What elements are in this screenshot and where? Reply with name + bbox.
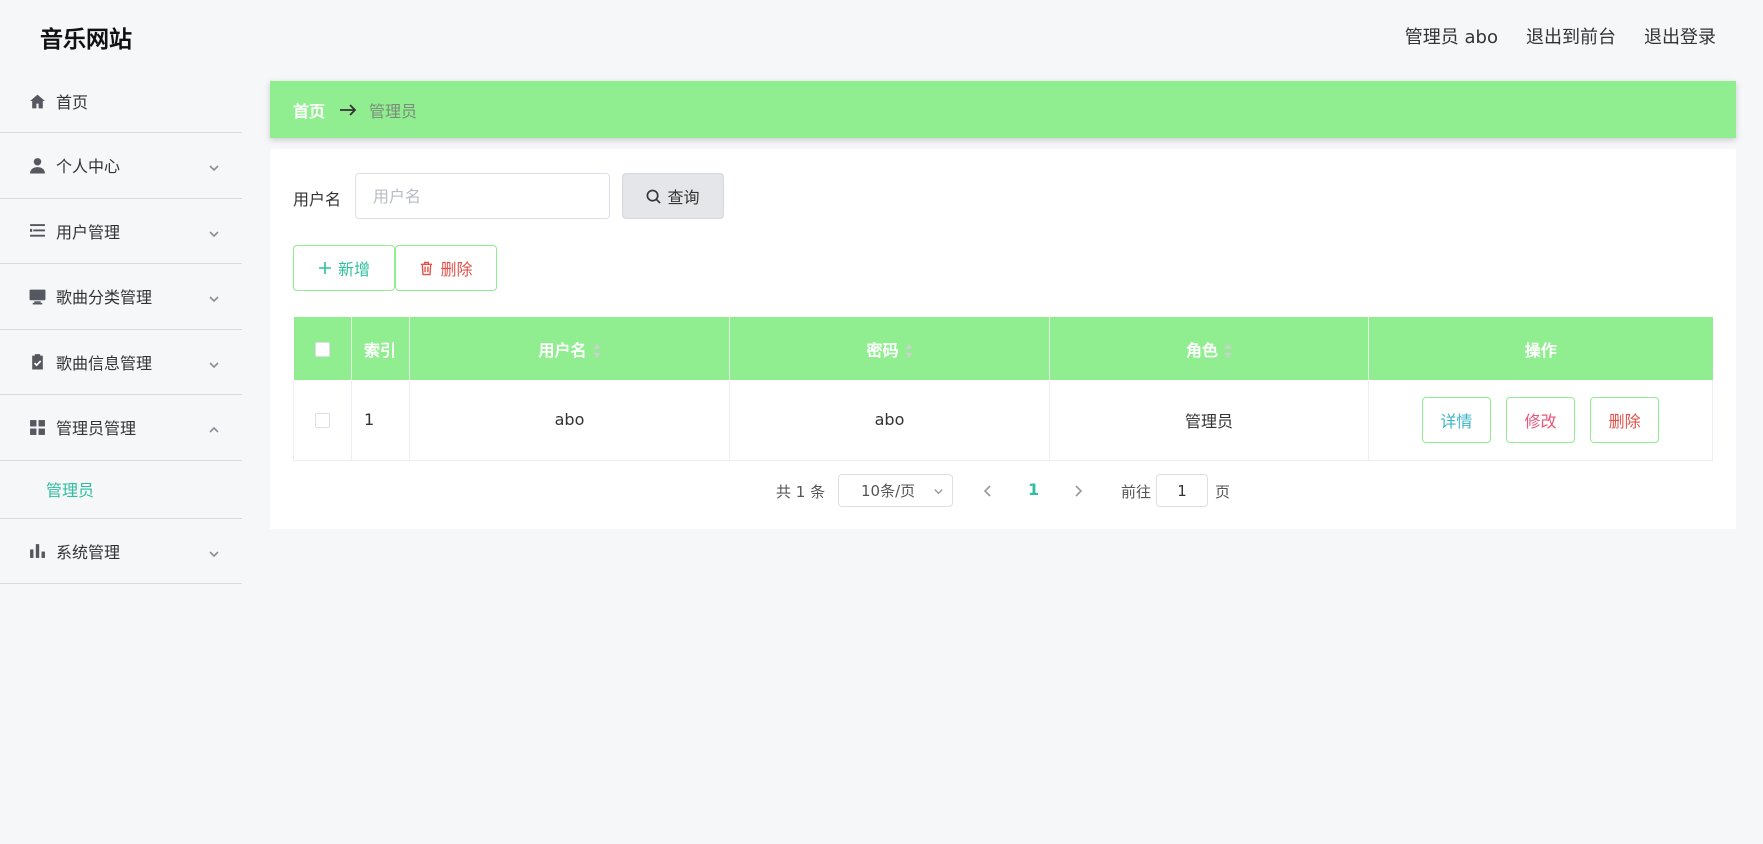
header-role-label: 角色 — [1185, 340, 1218, 360]
row-operations: 详情 修改 删除 — [1368, 380, 1713, 461]
user-icon — [28, 156, 46, 174]
prev-page-button[interactable] — [982, 483, 994, 497]
search-icon — [647, 189, 662, 204]
site-title: 音乐网站 — [40, 27, 132, 53]
sidebar: 首页 个人中心 用户管理 歌曲分类管理 歌曲信息管理 管理员管理 管理员 系统管… — [0, 70, 242, 844]
add-button[interactable]: 新增 — [293, 245, 395, 291]
row-select-cell[interactable] — [293, 380, 352, 461]
admin-table: 索引 用户名 密码 角色 操作 1 abo abo 管理员 详情 修改 删除 — [293, 317, 1713, 461]
arrow-right-icon — [339, 103, 357, 117]
sidebar-item-home[interactable]: 首页 — [0, 70, 242, 133]
logout-link[interactable]: 退出登录 — [1644, 23, 1716, 49]
table-row: 1 abo abo 管理员 详情 修改 删除 — [293, 380, 1713, 461]
top-bar: 音乐网站 管理员 abo 退出到前台 退出登录 — [0, 0, 1763, 70]
sidebar-item-label: 个人中心 — [56, 157, 121, 177]
search-button[interactable]: 查询 — [622, 173, 724, 219]
sidebar-item-label: 系统管理 — [56, 542, 121, 562]
page-unit-label: 页 — [1215, 483, 1231, 501]
bar-chart-icon — [28, 542, 46, 560]
pagination-total: 共 1 条 — [776, 483, 826, 501]
chevron-down-icon — [208, 356, 220, 368]
goto-page-input[interactable] — [1156, 474, 1208, 507]
sidebar-item-label: 歌曲分类管理 — [56, 288, 153, 308]
chevron-down-icon — [208, 225, 220, 237]
search-button-label: 查询 — [667, 188, 700, 207]
select-all-checkbox[interactable] — [314, 342, 330, 357]
row-checkbox[interactable] — [315, 413, 330, 429]
sidebar-item-label: 用户管理 — [56, 222, 121, 242]
header-select-all[interactable] — [293, 317, 352, 380]
batch-delete-button[interactable]: 删除 — [395, 245, 497, 291]
row-delete-button[interactable]: 删除 — [1590, 396, 1660, 443]
pagination: 共 1 条 10条/页 1 前往 页 — [270, 474, 1736, 508]
chevron-left-icon — [983, 485, 991, 497]
header-operation: 操作 — [1368, 317, 1713, 380]
exit-to-front-link[interactable]: 退出到前台 — [1526, 23, 1616, 49]
detail-button[interactable]: 详情 — [1421, 396, 1491, 443]
page-size-value: 10条/页 — [861, 482, 916, 500]
add-button-label: 新增 — [337, 260, 370, 279]
header-username-label: 用户名 — [538, 340, 587, 360]
sidebar-item-system-management[interactable]: 系统管理 — [0, 519, 242, 584]
sidebar-item-song-category[interactable]: 歌曲分类管理 — [0, 264, 242, 330]
chevron-down-icon — [208, 290, 220, 303]
page-size-select[interactable]: 10条/页 — [838, 474, 953, 507]
sidebar-subitem-label: 管理员 — [46, 481, 95, 500]
admin-user-label[interactable]: 管理员 abo — [1405, 23, 1498, 49]
header-password[interactable]: 密码 — [729, 317, 1050, 380]
row-password: abo — [729, 380, 1050, 461]
next-page-button[interactable] — [1072, 483, 1084, 497]
row-role: 管理员 — [1049, 380, 1369, 461]
username-search-input[interactable] — [355, 173, 610, 219]
sort-icon[interactable] — [592, 344, 601, 358]
row-username: abo — [409, 380, 730, 461]
sort-icon[interactable] — [904, 344, 913, 358]
grid-icon — [28, 418, 46, 436]
top-links: 管理员 abo 退出到前台 退出登录 — [1405, 23, 1716, 49]
sort-icon[interactable] — [1224, 344, 1232, 358]
home-icon — [28, 92, 46, 110]
chevron-up-icon — [208, 421, 220, 433]
clipboard-icon — [28, 353, 46, 371]
sidebar-item-label: 歌曲信息管理 — [56, 353, 153, 373]
plus-icon — [318, 262, 331, 274]
list-icon — [28, 222, 46, 240]
sidebar-item-user-management[interactable]: 用户管理 — [0, 199, 242, 264]
sidebar-item-label: 首页 — [56, 93, 89, 112]
header-index: 索引 — [351, 317, 410, 380]
sidebar-item-personal-center[interactable]: 个人中心 — [0, 133, 242, 199]
chevron-right-icon — [1075, 485, 1083, 497]
page-number-current[interactable]: 1 — [1028, 480, 1039, 499]
header-password-label: 密码 — [866, 340, 899, 360]
table-header-row: 索引 用户名 密码 角色 操作 — [293, 317, 1713, 380]
monitor-icon — [28, 287, 46, 305]
sidebar-item-song-info[interactable]: 歌曲信息管理 — [0, 330, 242, 395]
search-label: 用户名 — [293, 190, 342, 209]
chevron-down-icon — [934, 489, 943, 495]
delete-button-label: 删除 — [440, 260, 473, 279]
sidebar-item-label: 管理员管理 — [56, 419, 137, 439]
goto-label: 前往 — [1121, 483, 1152, 501]
trash-icon — [421, 261, 433, 275]
main-card: 用户名 查询 新增 删除 索引 用户名 密码 角色 操作 1 abo — [270, 149, 1736, 529]
chevron-down-icon — [208, 545, 220, 557]
header-role[interactable]: 角色 — [1049, 317, 1369, 380]
breadcrumb-current: 管理员 — [369, 101, 418, 121]
sidebar-subitem-admin[interactable]: 管理员 — [0, 461, 242, 519]
edit-button[interactable]: 修改 — [1506, 396, 1575, 443]
header-username[interactable]: 用户名 — [409, 317, 730, 380]
chevron-down-icon — [208, 159, 220, 172]
row-index: 1 — [351, 380, 410, 461]
breadcrumb: 首页 管理员 — [270, 81, 1736, 138]
breadcrumb-home[interactable]: 首页 — [293, 98, 325, 122]
sidebar-item-admin-management[interactable]: 管理员管理 — [0, 395, 242, 461]
